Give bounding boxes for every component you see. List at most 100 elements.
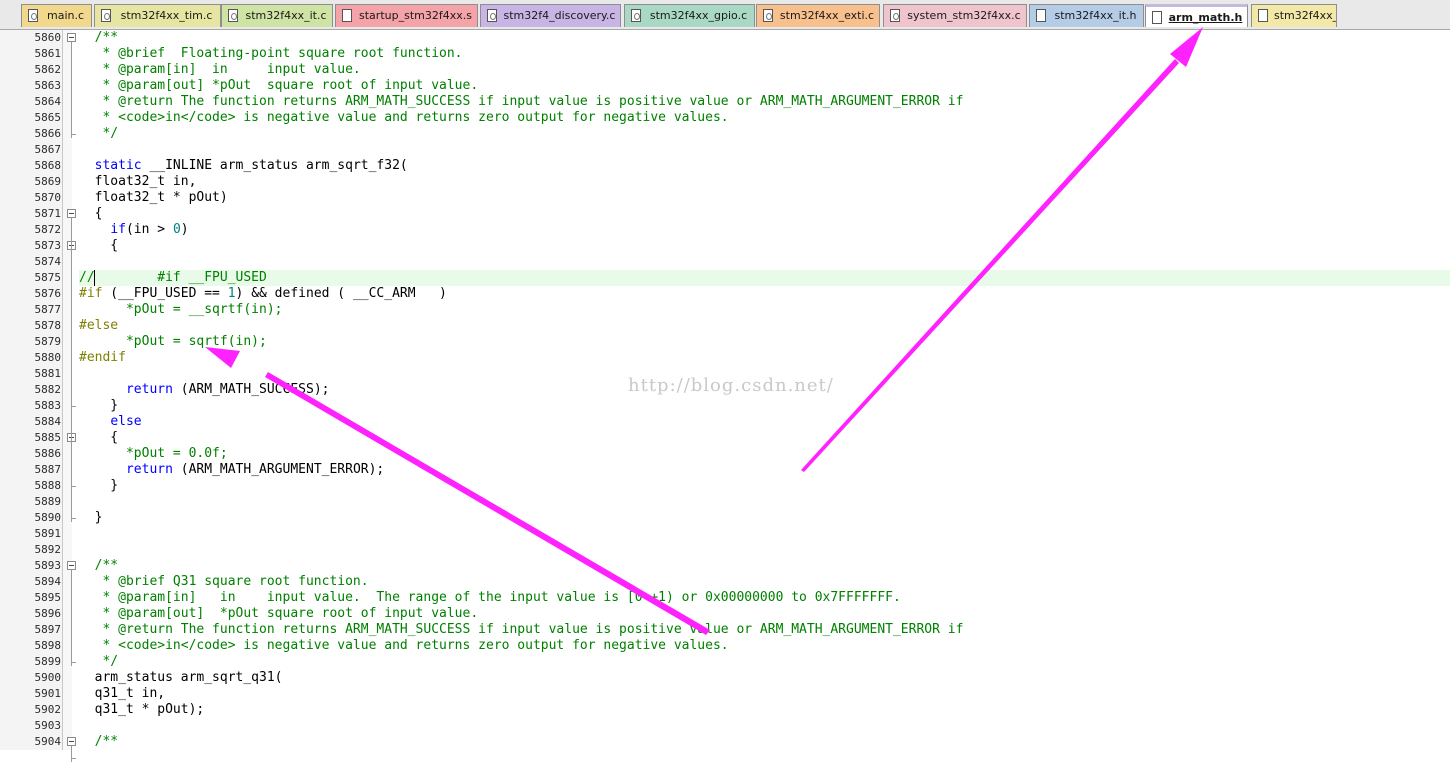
watermark: http://blog.csdn.net/ (628, 375, 834, 396)
code-line[interactable]: // #if __FPU_USED (79, 270, 267, 286)
line-number: 5901 (34, 687, 62, 700)
code-line[interactable]: q31_t * pOut); (79, 702, 205, 718)
code-line[interactable]: */ (79, 126, 118, 142)
code-line[interactable]: /** (79, 30, 119, 46)
h-file-icon (1036, 9, 1046, 22)
line-number: 5880 (34, 351, 62, 364)
tab-label: stm32f4_discovery.c (503, 9, 616, 22)
code-line[interactable]: float32_t * pOut) (79, 190, 228, 206)
code-line[interactable]: return (ARM_MATH_ARGUMENT_ERROR); (79, 462, 384, 478)
tab-system-stm32f4xx-c[interactable]: system_stm32f4xx.c (883, 4, 1027, 27)
code-line[interactable]: { (79, 238, 118, 254)
tab-label: arm_math.h (1168, 11, 1243, 24)
code-line[interactable]: float32_t in, (79, 174, 197, 190)
code-line[interactable]: *pOut = __sqrtf(in); (79, 302, 283, 318)
code-line[interactable]: q31_t in, (79, 686, 165, 702)
code-line[interactable]: * @param[out] *pOut square root of input… (79, 78, 478, 94)
tab-stm32f4xx-tim-c[interactable]: stm32f4xx_tim.c (94, 4, 221, 27)
line-number: 5896 (34, 607, 62, 620)
line-number: 5904 (34, 735, 62, 748)
code-line[interactable]: #if (__FPU_USED == 1) && defined ( __CC_… (79, 286, 447, 302)
line-number: 5889 (34, 495, 62, 508)
code-line[interactable]: { (79, 206, 103, 222)
code-line[interactable]: * @return The function returns ARM_MATH_… (79, 622, 963, 638)
c-file-icon (487, 9, 497, 22)
editor-gutter: 5860 5861 5862 5863 5864 5865 5866 5867 5868 5869… (0, 30, 76, 762)
code-line[interactable]: } (79, 510, 103, 526)
line-number: 5869 (34, 175, 62, 188)
fold-end-tick (71, 134, 76, 135)
tab-label: stm32f4xx_it.c (245, 9, 327, 22)
code-line[interactable]: */ (79, 654, 118, 670)
tab-label: main.c (46, 9, 85, 22)
code-line[interactable]: } (79, 478, 118, 494)
line-number: 5879 (34, 335, 62, 348)
line-number: 5876 (34, 287, 62, 300)
tab-stm32f4-discovery-c[interactable]: stm32f4_discovery.c (480, 4, 621, 27)
code-line[interactable]: *pOut = sqrtf(in); (79, 334, 267, 350)
tab-label: stm32f4xx_gpio.c (649, 9, 748, 22)
tab-arm-math-h[interactable]: arm_math.h (1145, 4, 1248, 27)
line-number: 5887 (34, 463, 62, 476)
line-number: 5870 (34, 191, 62, 204)
fold-guide-line (71, 250, 72, 410)
tab-bar: main.c stm32f4xx_tim.c stm32f4xx_it.c start… (0, 0, 1450, 30)
c-file-icon (28, 9, 38, 22)
tab-startup-stm32f4xx-s[interactable]: startup_stm32f4xx.s (335, 4, 478, 27)
code-line[interactable]: else (79, 414, 141, 430)
code-line[interactable]: /** (79, 734, 119, 750)
fold-toggle-icon[interactable] (67, 209, 76, 218)
fold-end-tick (71, 406, 76, 407)
line-number: 5871 (34, 207, 62, 220)
code-line[interactable]: * <code>in</code> is negative value and … (79, 638, 728, 654)
code-line[interactable]: * @param[in] in input value. (79, 62, 360, 78)
tab-label: system_stm32f4xx.c (907, 9, 1021, 22)
code-line[interactable]: if(in > 0) (79, 222, 188, 238)
h-file-icon (1258, 9, 1268, 22)
tab-stm32f4xx-it-h[interactable]: stm32f4xx_it.h (1029, 4, 1144, 27)
line-number: 5866 (34, 127, 62, 140)
line-number: 5902 (34, 703, 62, 716)
code-line[interactable]: * @brief Q31 square root function. (79, 574, 368, 590)
fold-end-tick (71, 662, 76, 663)
fold-end-tick (71, 758, 76, 759)
line-number: 5877 (34, 303, 62, 316)
line-number: 5885 (34, 431, 62, 444)
fold-toggle-icon[interactable] (67, 737, 76, 746)
c-file-icon (631, 9, 641, 22)
code-line[interactable]: arm_status arm_sqrt_q31( (79, 670, 283, 686)
code-line[interactable]: * @param[out] *pOut square root of input… (79, 606, 478, 622)
tab-stm32f4xx-gpio-c[interactable]: stm32f4xx_gpio.c (624, 4, 755, 27)
code-line[interactable]: /** (79, 558, 119, 574)
tab-stm32f4xx-exti-c[interactable]: stm32f4xx_exti.c (756, 4, 880, 27)
code-line[interactable]: * @return The function returns ARM_MATH_… (79, 94, 963, 110)
code-line[interactable]: } (79, 398, 118, 414)
fold-toggle-icon[interactable] (67, 33, 76, 42)
line-number: 5884 (34, 415, 62, 428)
code-line[interactable]: #else (79, 318, 118, 334)
tab-label: stm32f4xx_it.h (1054, 9, 1137, 22)
line-number: 5888 (34, 479, 62, 492)
fold-end-tick (71, 518, 76, 519)
line-number: 5886 (34, 447, 62, 460)
fold-guide-line (71, 442, 72, 490)
code-line[interactable]: *pOut = 0.0f; (79, 446, 228, 462)
line-number: 5860 (34, 31, 62, 44)
fold-toggle-icon[interactable] (67, 561, 76, 570)
code-line[interactable]: return (ARM_MATH_SUCCESS); (79, 382, 330, 398)
line-number: 5873 (34, 239, 62, 252)
code-line[interactable]: { (79, 430, 118, 446)
c-file-icon (890, 9, 900, 22)
line-number: 5864 (34, 95, 62, 108)
tab-main-c[interactable]: main.c (21, 4, 92, 27)
code-line[interactable]: #endif (79, 350, 126, 366)
code-line[interactable]: static __INLINE arm_status arm_sqrt_f32( (79, 158, 408, 174)
code-line[interactable]: * <code>in</code> is negative value and … (79, 110, 728, 126)
code-line[interactable]: * @param[in] in input value. The range o… (79, 590, 900, 606)
code-line[interactable]: * @brief Floating-point square root func… (79, 46, 462, 62)
line-number: 5867 (34, 143, 62, 156)
line-number: 5895 (34, 591, 62, 604)
tab-stm32f4xx-it-h[interactable]: stm32f4xx_it.h (1251, 4, 1337, 27)
line-number: 5862 (34, 63, 62, 76)
tab-stm32f4xx-it-c[interactable]: stm32f4xx_it.c (221, 4, 333, 27)
